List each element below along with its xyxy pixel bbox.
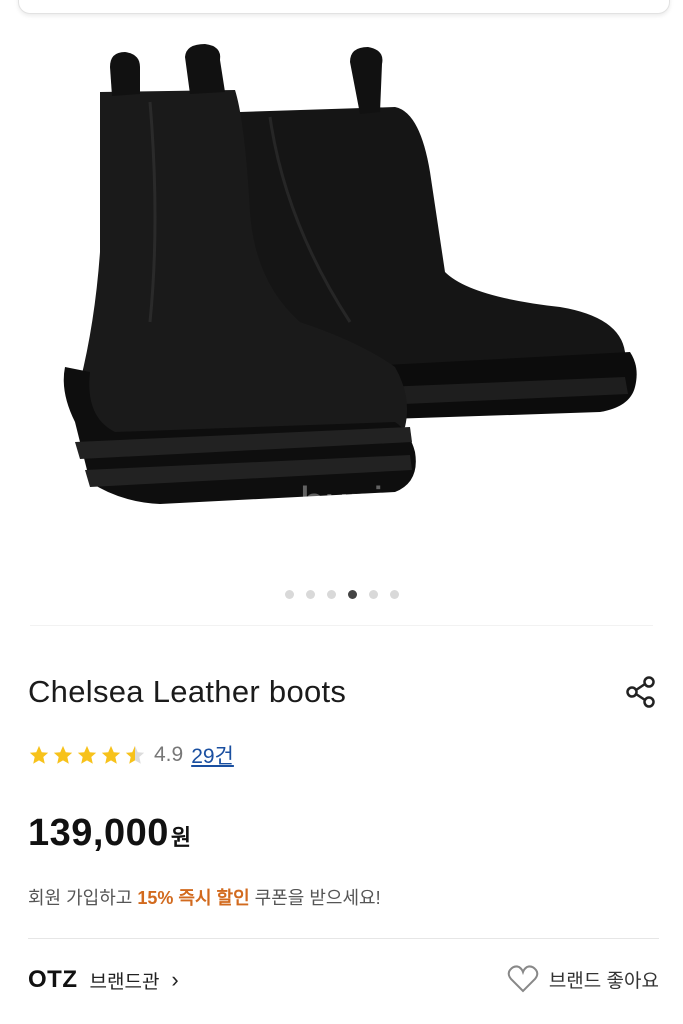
price-currency: 원 <box>170 825 192 850</box>
price-amount: 139,000 <box>28 812 169 854</box>
promo-text-before: 회원 가입하고 <box>28 888 138 908</box>
page-dot[interactable] <box>389 590 399 599</box>
rating-row: 4.9 29건 <box>28 740 234 770</box>
member-coupon-promo[interactable]: 회원 가입하고 15% 즉시 할인 쿠폰을 받으세요! <box>28 884 381 910</box>
chevron-right-icon: › <box>171 967 179 992</box>
page-dot[interactable] <box>368 590 378 599</box>
star-icon <box>29 745 49 764</box>
review-count-link[interactable]: 29건 <box>191 740 234 770</box>
brand-like-button[interactable]: 브랜드 좋아요 <box>507 964 659 994</box>
brand-name: OTZ <box>28 966 78 993</box>
divider <box>28 938 659 939</box>
share-icon <box>626 676 655 708</box>
brand-shop-label: 브랜드관 <box>89 971 160 993</box>
product-title: Chelsea Leather boots <box>28 674 347 709</box>
half-star-icon <box>125 745 145 764</box>
boots-image: bunjang <box>63 44 637 527</box>
star-icon <box>101 745 121 764</box>
promo-text-after: 쿠폰을 받으세요! <box>249 888 381 908</box>
brand-shop-link[interactable]: OTZ 브랜드관 › <box>28 966 179 994</box>
product-image[interactable]: bunjang <box>0 22 683 582</box>
heart-icon <box>507 965 539 993</box>
section-separator <box>30 625 653 626</box>
star-icon <box>77 745 97 764</box>
price: 139,000 원 <box>28 812 191 855</box>
brand-like-label: 브랜드 좋아요 <box>548 970 659 992</box>
star-icon <box>53 745 73 764</box>
gallery-pagination <box>0 590 683 599</box>
search-bar-edge[interactable] <box>18 0 670 14</box>
share-button[interactable] <box>620 672 662 712</box>
rating-stars <box>28 744 146 766</box>
page-dot[interactable] <box>326 590 336 599</box>
rating-score: 4.9 <box>154 743 184 766</box>
page-dot[interactable] <box>284 590 294 599</box>
promo-highlight: 15% 즉시 할인 <box>137 888 250 908</box>
page-dot[interactable] <box>305 590 315 599</box>
page-dot-active[interactable] <box>347 590 357 599</box>
watermark: bunjang <box>300 478 457 527</box>
